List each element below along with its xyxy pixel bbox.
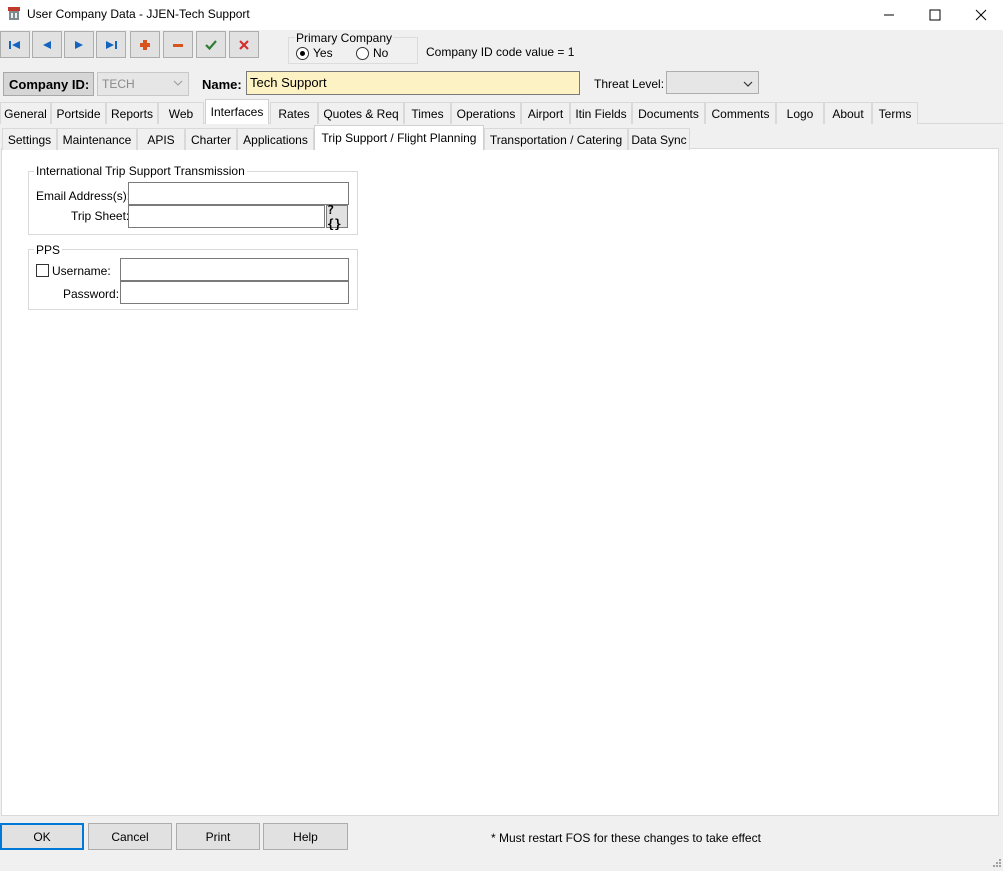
primary-company-legend: Primary Company: [295, 31, 394, 45]
tab-comments[interactable]: Comments: [705, 102, 776, 124]
threat-level-label: Threat Level:: [594, 77, 665, 91]
name-input[interactable]: Tech Support: [246, 71, 580, 95]
ok-button[interactable]: OK: [0, 823, 84, 850]
tab-web[interactable]: Web: [158, 102, 204, 124]
tab-transportation-catering[interactable]: Transportation / Catering: [484, 128, 628, 150]
tab-quotes-req[interactable]: Quotes & Req: [318, 102, 404, 124]
primary-no-label[interactable]: No: [373, 46, 388, 60]
tab-times[interactable]: Times: [404, 102, 451, 124]
first-record-button[interactable]: [0, 31, 30, 58]
add-record-icon: [140, 39, 150, 50]
tab-rates[interactable]: Rates: [270, 102, 318, 124]
next-record-icon: [75, 40, 83, 49]
print-button[interactable]: Print: [176, 823, 260, 850]
tab-apis[interactable]: APIS: [137, 128, 185, 150]
tab-about[interactable]: About: [824, 102, 872, 124]
company-id-label: Company ID:: [3, 72, 94, 96]
chevron-down-icon: [173, 76, 183, 90]
tab-documents[interactable]: Documents: [632, 102, 705, 124]
tab-interfaces[interactable]: Interfaces: [205, 99, 269, 124]
pps-legend: PPS: [34, 243, 63, 257]
email-label: Email Address(s):: [36, 189, 131, 203]
primary-yes-radio[interactable]: [296, 47, 309, 60]
tab-data-sync[interactable]: Data Sync: [628, 128, 690, 150]
tab-portside[interactable]: Portside: [51, 102, 106, 124]
previous-record-button[interactable]: [32, 31, 62, 58]
tab-trip-support-flight-planning[interactable]: Trip Support / Flight Planning: [314, 125, 484, 150]
tab-charter[interactable]: Charter: [185, 128, 237, 150]
last-record-icon: [106, 40, 117, 49]
primary-no-radio[interactable]: [356, 47, 369, 60]
tab-logo[interactable]: Logo: [776, 102, 824, 124]
minimize-icon[interactable]: [866, 0, 912, 30]
help-button[interactable]: Help: [263, 823, 348, 850]
save-button[interactable]: [196, 31, 226, 58]
tab-applications[interactable]: Applications: [237, 128, 314, 150]
app-icon: [6, 6, 22, 22]
cancel-edit-button[interactable]: [229, 31, 259, 58]
username-checkbox[interactable]: [36, 264, 49, 277]
name-label: Name:: [202, 77, 242, 92]
next-record-button[interactable]: [64, 31, 94, 58]
username-input[interactable]: [120, 258, 349, 281]
username-label[interactable]: Username:: [52, 264, 111, 278]
password-input[interactable]: [120, 281, 349, 304]
tab-maintenance[interactable]: Maintenance: [57, 128, 137, 150]
delete-record-icon: [173, 43, 183, 47]
tab-itin-fields[interactable]: Itin Fields: [570, 102, 632, 124]
tab-terms[interactable]: Terms: [872, 102, 918, 124]
intl-trip-support-legend: International Trip Support Transmission: [34, 164, 247, 178]
first-record-icon: [9, 40, 20, 49]
tab-reports[interactable]: Reports: [106, 102, 158, 124]
tab-settings[interactable]: Settings: [2, 128, 57, 150]
chevron-down-icon: [743, 77, 753, 91]
previous-record-icon: [43, 40, 51, 49]
tab-airport[interactable]: Airport: [521, 102, 570, 124]
email-input[interactable]: [128, 182, 349, 205]
close-icon[interactable]: [958, 0, 1003, 30]
status-bar: [0, 853, 1003, 869]
last-record-button[interactable]: [96, 31, 126, 58]
save-check-icon: [205, 39, 217, 50]
tab-general[interactable]: General: [0, 102, 51, 124]
delete-record-button[interactable]: [163, 31, 193, 58]
maximize-icon[interactable]: [912, 0, 958, 30]
add-record-button[interactable]: [130, 31, 160, 58]
tab-operations[interactable]: Operations: [451, 102, 521, 124]
trip-sheet-browse-button[interactable]: ?{}: [326, 203, 348, 231]
primary-yes-label[interactable]: Yes: [313, 46, 333, 60]
trip-sheet-label: Trip Sheet:: [71, 209, 130, 223]
company-id-code-text: Company ID code value = 1: [426, 45, 575, 59]
password-label: Password:: [63, 287, 120, 301]
window-title: User Company Data - JJEN-Tech Support: [27, 7, 250, 21]
trip-sheet-input[interactable]: [128, 205, 325, 228]
restart-note: * Must restart FOS for these changes to …: [491, 831, 761, 845]
cancel-x-icon: [239, 39, 249, 50]
cancel-button[interactable]: Cancel: [88, 823, 172, 850]
